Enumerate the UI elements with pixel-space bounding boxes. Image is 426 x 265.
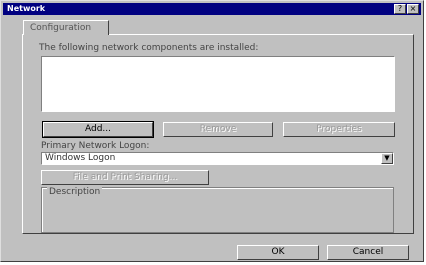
ok-button[interactable]: OK <box>237 245 319 260</box>
tab-configuration[interactable]: Configuration <box>23 20 109 35</box>
close-button[interactable]: × <box>407 4 419 14</box>
primary-logon-value: Windows Logon <box>45 153 116 163</box>
cancel-button[interactable]: Cancel <box>327 245 409 260</box>
add-button[interactable]: Add... <box>42 121 154 138</box>
window-title: Network <box>7 4 46 13</box>
file-print-sharing-button[interactable]: File and Print Sharing... <box>41 170 209 185</box>
properties-button[interactable]: Properties <box>283 122 395 137</box>
help-button[interactable]: ? <box>394 4 406 14</box>
remove-button[interactable]: Remove <box>163 122 273 137</box>
components-label: The following network components are ins… <box>39 43 259 53</box>
chevron-down-icon[interactable]: ▼ <box>381 153 393 164</box>
title-bar[interactable]: Network ? × <box>3 3 421 15</box>
network-dialog: Network ? × Configuration The following … <box>0 0 424 262</box>
tab-configuration-label: Configuration <box>30 23 92 33</box>
components-listbox[interactable] <box>41 56 395 112</box>
primary-logon-select[interactable]: Windows Logon ▼ <box>41 152 394 165</box>
primary-logon-label: Primary Network Logon: <box>41 141 150 151</box>
description-label: Description <box>47 187 103 197</box>
